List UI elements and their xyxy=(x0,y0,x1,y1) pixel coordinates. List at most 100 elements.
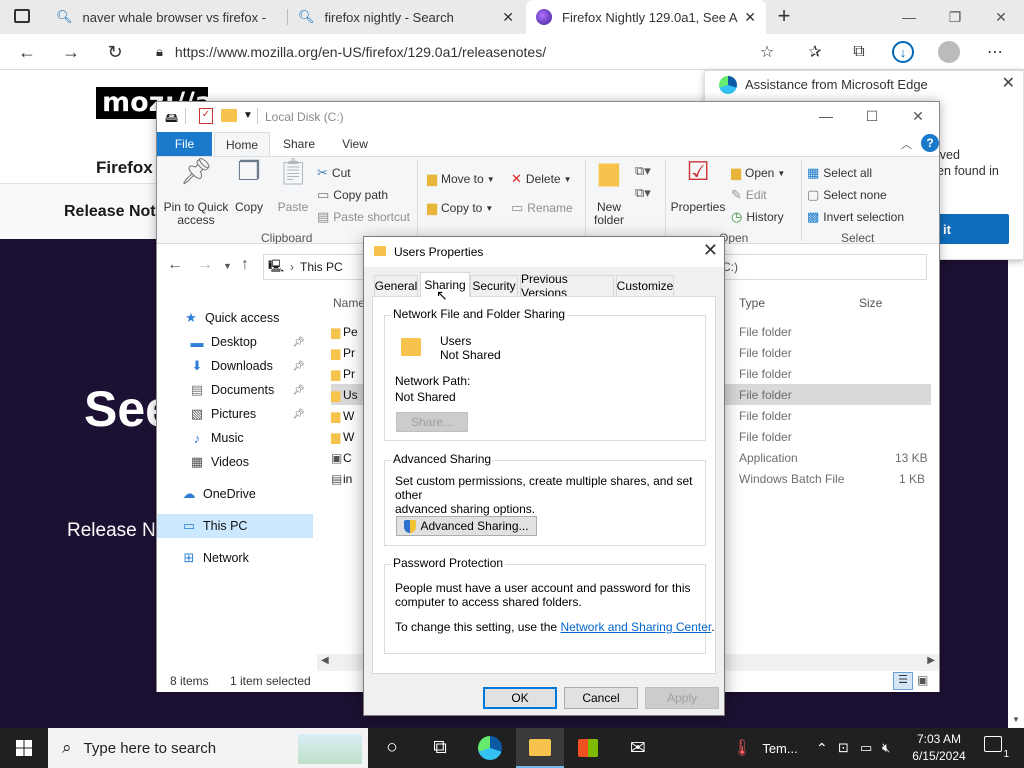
nav-item-this-pc[interactable]: ▭ This PC xyxy=(157,514,313,538)
browser-tab-1[interactable]: 🔍︎ naver whale browser vs firefox - xyxy=(46,0,286,34)
close-dialog-icon[interactable]: ✕ xyxy=(703,240,718,261)
back-button[interactable]: ← xyxy=(12,38,42,66)
forward-button[interactable]: → xyxy=(56,38,86,66)
nav-item-network[interactable]: ⊞ Network xyxy=(157,546,313,570)
move-to-button[interactable]: ▆ Move to ▼ xyxy=(427,171,495,187)
close-tab-icon[interactable]: ✕ xyxy=(744,9,756,26)
invert-selection-button[interactable]: ▩ Invert selection xyxy=(807,209,904,225)
close-tab-icon[interactable]: ✕ xyxy=(502,9,514,26)
tab-actions-icon[interactable] xyxy=(14,9,30,23)
cancel-button[interactable]: Cancel xyxy=(564,687,638,709)
network-tray-icon[interactable]: ⊡ xyxy=(838,728,849,768)
paste-shortcut-button[interactable]: ▤ Paste shortcut xyxy=(317,209,410,225)
open-button[interactable]: ▆ Open ▼ xyxy=(731,165,785,181)
profile-avatar[interactable] xyxy=(934,38,964,66)
nav-item-documents[interactable]: ▤ Documents 📌︎ xyxy=(157,378,313,402)
back-button[interactable]: ← xyxy=(167,256,183,274)
column-header-type[interactable]: Type xyxy=(739,296,765,310)
minimize-button[interactable]: — xyxy=(803,102,849,130)
close-panel-icon[interactable]: ✕ xyxy=(1002,73,1015,93)
properties-button[interactable]: ☑ Properties xyxy=(669,158,727,214)
volume-muted-icon[interactable]: 🔇︎ xyxy=(882,728,890,768)
browser-tab-3[interactable]: Firefox Nightly 129.0a1, See All N ✕ xyxy=(526,0,766,34)
edge-taskbar-icon[interactable] xyxy=(466,728,514,768)
column-header-size[interactable]: Size xyxy=(859,296,882,310)
share-button[interactable]: Share... xyxy=(396,412,468,432)
scroll-right-icon[interactable]: ▶ xyxy=(927,655,935,666)
edit-button[interactable]: ✎ Edit xyxy=(731,187,767,203)
tab-security[interactable]: Security xyxy=(470,275,518,296)
new-tab-button[interactable]: + xyxy=(770,3,798,31)
copy-path-button[interactable]: ▭ Copy path xyxy=(317,187,388,203)
tab-previous-versions[interactable]: Previous Versions xyxy=(520,272,614,300)
tab-view[interactable]: View xyxy=(329,132,381,156)
nav-item-videos[interactable]: ▦ Videos xyxy=(157,450,313,474)
store-taskbar-icon[interactable] xyxy=(564,728,612,768)
minimize-button[interactable]: — xyxy=(886,0,932,34)
notification-center-icon[interactable]: 1 xyxy=(984,736,1010,760)
close-window-button[interactable]: ✕ xyxy=(895,102,941,130)
rename-button[interactable]: ▭ Rename xyxy=(511,200,573,216)
forward-button[interactable]: → xyxy=(197,256,213,274)
apply-button[interactable]: Apply xyxy=(645,687,719,709)
weather-widget[interactable]: 🌡︎ Tem... xyxy=(732,728,798,768)
nav-item-downloads[interactable]: ⬇ Downloads 📌︎ xyxy=(157,354,313,378)
network-status-icon[interactable]: ▭ xyxy=(860,728,872,768)
copy-to-button[interactable]: ▆ Copy to ▼ xyxy=(427,200,493,216)
cut-button[interactable]: ✂ Cut xyxy=(317,165,351,181)
tab-share[interactable]: Share xyxy=(273,132,325,156)
tab-file[interactable]: File xyxy=(157,132,212,156)
panel-action-button[interactable]: it xyxy=(937,214,1009,244)
help-icon[interactable]: ? xyxy=(921,134,939,152)
new-folder-button[interactable]: ▆ New folder xyxy=(589,158,629,227)
favorites-icon[interactable]: ✰ xyxy=(800,38,830,66)
easy-access-icon[interactable]: ⧉▾ xyxy=(635,185,651,201)
history-button[interactable]: ◷ History xyxy=(731,209,784,225)
network-sharing-center-link[interactable]: Network and Sharing Center xyxy=(560,620,711,634)
select-all-button[interactable]: ▦ Select all xyxy=(807,165,872,181)
up-button[interactable]: ↑ xyxy=(241,256,249,274)
pin-quick-access-button[interactable]: 📌︎ Pin to Quick access xyxy=(163,158,229,227)
add-favorite-icon[interactable]: ☆ xyxy=(752,38,782,66)
collections-icon[interactable]: ⧉ xyxy=(844,38,874,66)
scroll-left-icon[interactable]: ◀ xyxy=(321,655,329,666)
file-explorer-taskbar-icon[interactable] xyxy=(516,728,564,768)
recent-locations-icon[interactable]: ▼ xyxy=(223,261,232,271)
copy-button[interactable]: ❐ Copy xyxy=(231,158,267,214)
nav-item-pictures[interactable]: ▧ Pictures 📌︎ xyxy=(157,402,313,426)
column-header-name[interactable]: Name xyxy=(333,296,365,310)
tab-customize[interactable]: Customize xyxy=(616,275,674,296)
mail-taskbar-icon[interactable]: ✉ xyxy=(614,728,662,768)
taskbar-search-box[interactable]: ⌕ Type here to search xyxy=(48,728,368,768)
delete-button[interactable]: ✕ Delete ▼ xyxy=(511,171,572,187)
restore-button[interactable]: ❐ xyxy=(932,0,978,34)
customize-qat-icon[interactable]: ▼ xyxy=(243,110,253,121)
downloads-icon[interactable]: ↓ xyxy=(888,38,918,66)
task-view-icon[interactable]: ⧉ xyxy=(416,728,464,768)
url-field[interactable]: 🔒︎ https://www.mozilla.org/en-US/firefox… xyxy=(146,37,746,67)
large-icons-view-icon[interactable]: ▣ xyxy=(917,673,928,687)
select-none-button[interactable]: ▢ Select none xyxy=(807,187,887,203)
browser-tab-2[interactable]: 🔍︎ firefox nightly - Search ✕ xyxy=(288,0,524,34)
new-item-icon[interactable]: ⧉▾ xyxy=(635,163,651,179)
collapse-ribbon-icon[interactable]: ︿ xyxy=(901,136,912,152)
nav-item-onedrive[interactable]: ☁ OneDrive xyxy=(157,482,313,506)
more-menu-icon[interactable]: ⋯ xyxy=(980,38,1010,66)
new-folder-qat-icon[interactable] xyxy=(221,109,237,122)
advanced-sharing-button[interactable]: Advanced Sharing... xyxy=(396,516,537,536)
breadcrumb[interactable]: This PC xyxy=(300,260,343,274)
show-hidden-icons[interactable]: ⌃ xyxy=(816,728,828,768)
close-window-button[interactable]: ✕ xyxy=(978,0,1024,34)
nav-item-music[interactable]: ♪ Music xyxy=(157,426,313,450)
cortana-icon[interactable]: ○ xyxy=(368,728,416,768)
tab-general[interactable]: General xyxy=(374,275,418,296)
nav-item-quick-access[interactable]: ★ Quick access xyxy=(157,306,313,330)
tab-home[interactable]: Home xyxy=(214,132,270,156)
refresh-button[interactable]: ↻ xyxy=(100,38,130,66)
properties-qat-icon[interactable]: ✓ xyxy=(199,108,213,124)
nav-item-desktop[interactable]: ▬ Desktop 📌︎ xyxy=(157,330,313,354)
ok-button[interactable]: OK xyxy=(483,687,557,709)
clock[interactable]: 7:03 AM 6/15/2024 xyxy=(908,731,970,765)
start-button[interactable] xyxy=(0,728,48,768)
details-view-icon[interactable]: ☰ xyxy=(893,672,913,690)
